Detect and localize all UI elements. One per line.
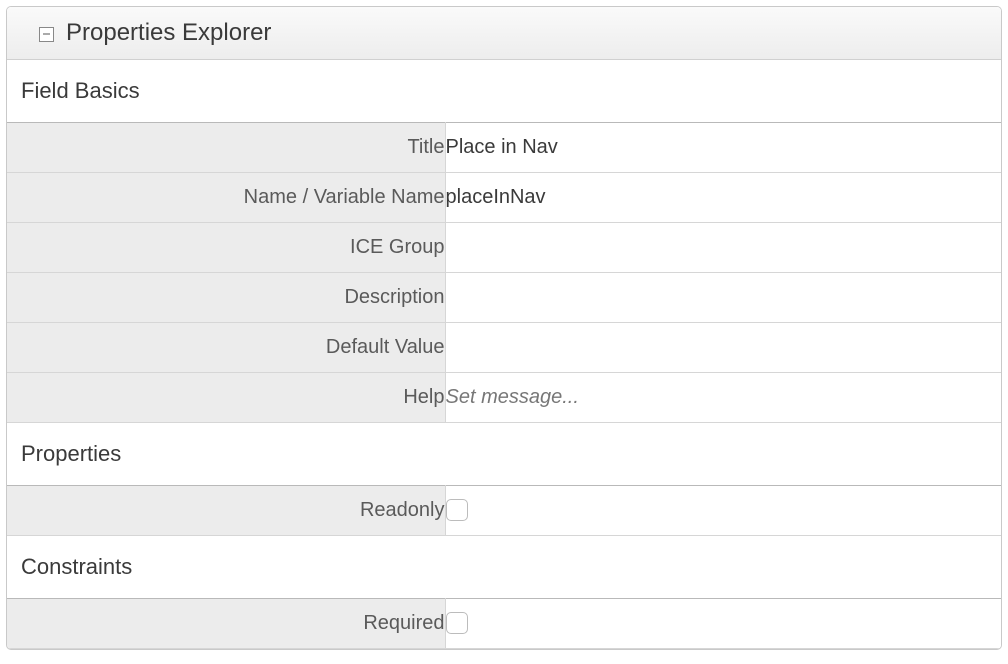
row-name: Name / Variable Name placeInNav bbox=[7, 173, 1001, 223]
value-readonly bbox=[445, 486, 1001, 536]
value-title[interactable]: Place in Nav bbox=[445, 123, 1001, 173]
value-required bbox=[445, 599, 1001, 649]
required-checkbox[interactable] bbox=[446, 612, 468, 634]
value-ice-group[interactable] bbox=[445, 223, 1001, 273]
value-help-placeholder: Set message... bbox=[446, 386, 579, 408]
row-help: Help Set message... bbox=[7, 373, 1001, 423]
panel-title: Properties Explorer bbox=[66, 19, 271, 47]
label-readonly: Readonly bbox=[7, 486, 445, 536]
section-title-field-basics: Field Basics bbox=[7, 60, 1001, 122]
label-name: Name / Variable Name bbox=[7, 173, 445, 223]
label-default-value: Default Value bbox=[7, 323, 445, 373]
label-help: Help bbox=[7, 373, 445, 423]
row-required: Required bbox=[7, 599, 1001, 649]
row-default-value: Default Value bbox=[7, 323, 1001, 373]
row-readonly: Readonly bbox=[7, 486, 1001, 536]
panel-header[interactable]: Properties Explorer bbox=[7, 7, 1001, 60]
value-help[interactable]: Set message... bbox=[445, 373, 1001, 423]
value-name[interactable]: placeInNav bbox=[445, 173, 1001, 223]
value-description[interactable] bbox=[445, 273, 1001, 323]
section-title-properties: Properties bbox=[7, 423, 1001, 485]
label-ice-group: ICE Group bbox=[7, 223, 445, 273]
label-required: Required bbox=[7, 599, 445, 649]
row-ice-group: ICE Group bbox=[7, 223, 1001, 273]
row-title: Title Place in Nav bbox=[7, 123, 1001, 173]
value-default-value[interactable] bbox=[445, 323, 1001, 373]
readonly-checkbox[interactable] bbox=[446, 499, 468, 521]
constraints-table: Required bbox=[7, 598, 1001, 649]
label-description: Description bbox=[7, 273, 445, 323]
value-title-text: Place in Nav bbox=[446, 136, 558, 158]
field-basics-table: Title Place in Nav Name / Variable Name … bbox=[7, 122, 1001, 423]
properties-explorer-panel: Properties Explorer Field Basics Title P… bbox=[6, 6, 1002, 650]
row-description: Description bbox=[7, 273, 1001, 323]
properties-table: Readonly bbox=[7, 485, 1001, 536]
value-name-text: placeInNav bbox=[446, 186, 546, 208]
section-title-constraints: Constraints bbox=[7, 536, 1001, 598]
collapse-icon[interactable] bbox=[39, 27, 54, 42]
label-title: Title bbox=[7, 123, 445, 173]
